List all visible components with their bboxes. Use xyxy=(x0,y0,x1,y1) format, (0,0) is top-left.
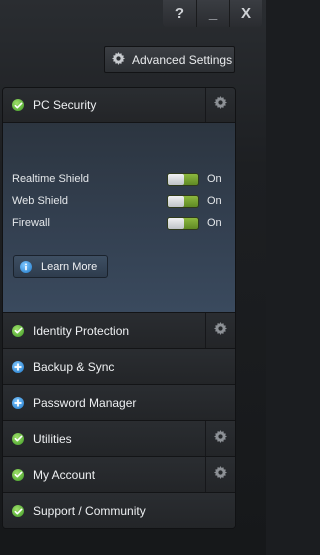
identity-protection-settings-button[interactable] xyxy=(205,313,235,348)
toggle-state: On xyxy=(207,173,222,185)
toggle-label: Firewall xyxy=(12,217,50,229)
section-my-account[interactable]: My Account xyxy=(3,457,235,493)
web-shield-row: Web Shield On xyxy=(12,192,222,210)
realtime-shield-row: Realtime Shield On xyxy=(12,170,222,188)
close-button[interactable]: X xyxy=(229,0,262,27)
toggle-knob xyxy=(168,217,184,229)
section-label: Password Manager xyxy=(33,395,137,410)
pc-security-settings-button[interactable] xyxy=(205,88,235,122)
section-password-manager[interactable]: Password Manager xyxy=(3,385,235,421)
section-label: Identity Protection xyxy=(33,323,130,338)
plus-icon xyxy=(12,396,24,409)
toggle-state: On xyxy=(207,217,222,229)
pc-security-panel: Realtime Shield On Web Shield On Firewal… xyxy=(3,123,235,313)
toggle-knob xyxy=(168,195,184,207)
check-icon xyxy=(12,468,24,481)
help-button[interactable]: ? xyxy=(163,0,196,27)
window-controls: ? _ X xyxy=(163,0,262,27)
realtime-shield-toggle[interactable] xyxy=(167,172,199,186)
my-account-settings-button[interactable] xyxy=(205,457,235,492)
section-identity-protection[interactable]: Identity Protection xyxy=(3,313,235,349)
toggle-label: Realtime Shield xyxy=(12,173,90,185)
plus-icon xyxy=(12,360,24,373)
section-label: Utilities xyxy=(33,431,72,446)
learn-more-label: Learn More xyxy=(41,260,98,273)
feature-panel: PC Security Realtime Shield On Web Shiel… xyxy=(2,87,236,529)
utilities-settings-button[interactable] xyxy=(205,421,235,456)
section-support-community[interactable]: Support / Community xyxy=(3,493,235,528)
gear-icon xyxy=(214,465,227,484)
check-icon xyxy=(12,505,24,517)
gear-icon xyxy=(214,321,227,340)
advanced-settings-button[interactable]: Advanced Settings xyxy=(104,46,235,73)
section-label: Backup & Sync xyxy=(33,359,115,374)
firewall-row: Firewall On xyxy=(12,214,222,232)
firewall-toggle[interactable] xyxy=(167,216,199,230)
section-pc-security[interactable]: PC Security xyxy=(3,88,235,123)
check-icon xyxy=(12,432,24,445)
toggle-knob xyxy=(168,173,184,185)
gear-icon xyxy=(214,429,227,448)
section-label: Support / Community xyxy=(33,504,146,518)
check-icon xyxy=(12,324,24,337)
advanced-settings-label: Advanced Settings xyxy=(132,52,233,67)
gear-icon xyxy=(214,96,227,114)
info-icon xyxy=(20,260,32,273)
section-backup-sync[interactable]: Backup & Sync xyxy=(3,349,235,385)
toggle-label: Web Shield xyxy=(12,195,69,207)
section-utilities[interactable]: Utilities xyxy=(3,421,235,457)
minimize-button[interactable]: _ xyxy=(196,0,229,27)
web-shield-toggle[interactable] xyxy=(167,194,199,208)
toggle-state: On xyxy=(207,195,222,207)
gear-icon xyxy=(112,51,125,68)
learn-more-button[interactable]: Learn More xyxy=(13,255,108,278)
check-icon xyxy=(12,99,24,111)
section-label: PC Security xyxy=(33,98,97,112)
section-label: My Account xyxy=(33,467,96,482)
